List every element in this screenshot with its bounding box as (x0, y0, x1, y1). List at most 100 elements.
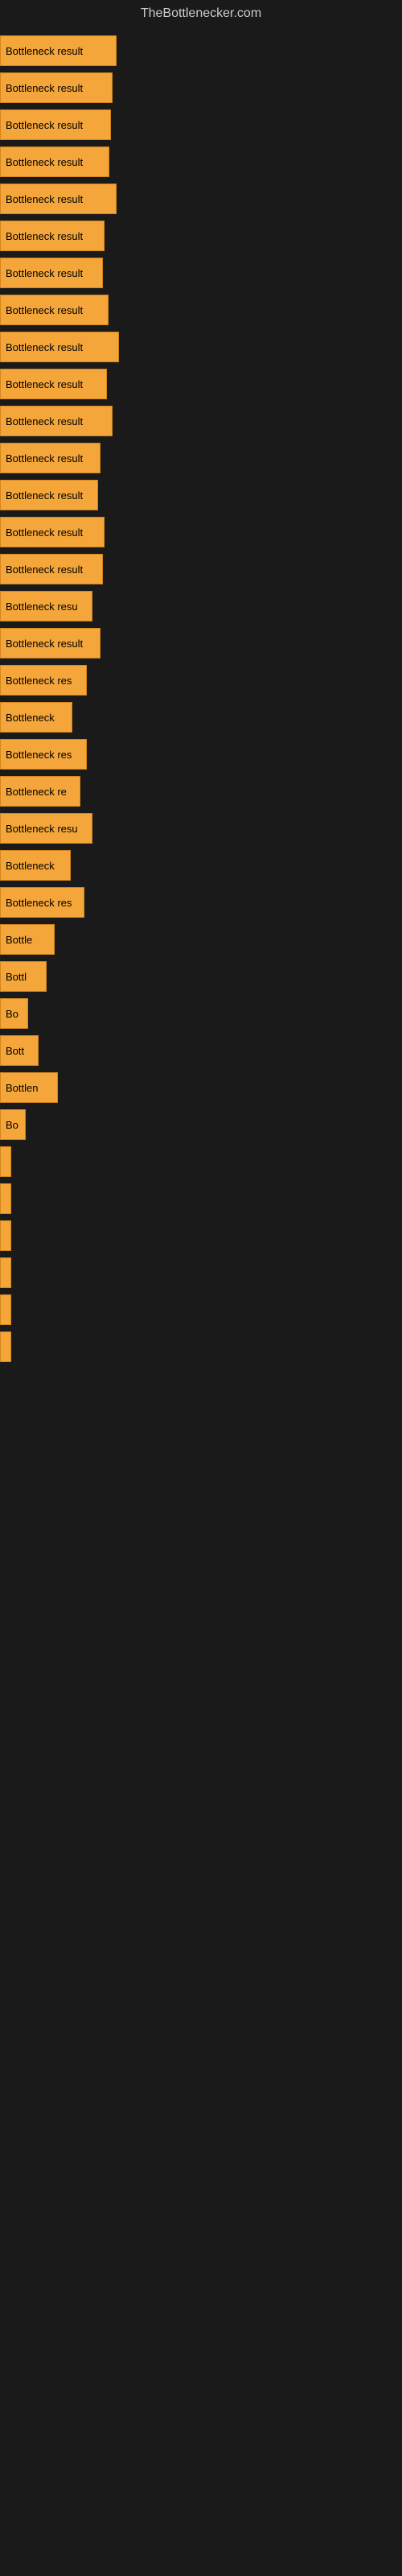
bar-item (0, 1183, 402, 1214)
bar-5: Bottleneck result (0, 221, 105, 251)
bar-label-12: Bottleneck result (6, 489, 83, 502)
bar-8: Bottleneck result (0, 332, 119, 362)
bar-label-2: Bottleneck result (6, 119, 83, 131)
bar-12: Bottleneck result (0, 480, 98, 510)
bar-6: Bottleneck result (0, 258, 103, 288)
bar-24: Bottle (0, 924, 55, 955)
bar-item: Bottleneck result (0, 72, 402, 103)
bar-label-26: Bo (6, 1008, 18, 1020)
bar-item: Bottleneck (0, 850, 402, 881)
bar-item: Bottleneck res (0, 739, 402, 770)
bar-item: Bottleneck re (0, 776, 402, 807)
bar-label-29: Bo (6, 1119, 18, 1131)
bar-23: Bottleneck res (0, 887, 84, 918)
bar-item: Bottleneck result (0, 480, 402, 510)
bar-9: Bottleneck result (0, 369, 107, 399)
bar-item: Bottleneck result (0, 109, 402, 140)
bar-25: Bottl (0, 961, 47, 992)
bar-2: Bottleneck result (0, 109, 111, 140)
bar-item: | (0, 1220, 402, 1251)
bar-item: Bottleneck result (0, 554, 402, 584)
bar-label-18: Bottleneck (6, 712, 55, 724)
bar-item: Bo (0, 998, 402, 1029)
bar-label-27: Bott (6, 1045, 24, 1057)
bar-item: Bottleneck result (0, 35, 402, 66)
bar-item: Bottleneck result (0, 332, 402, 362)
bar-item: Bottleneck res (0, 887, 402, 918)
bar-label-9: Bottleneck result (6, 378, 83, 390)
bars-container: Bottleneck result Bottleneck result Bottle… (0, 27, 402, 1377)
bar-label-1: Bottleneck result (6, 82, 83, 94)
bar-1: Bottleneck result (0, 72, 113, 103)
bar-item: Bottleneck result (0, 369, 402, 399)
bar-32: | (0, 1220, 11, 1251)
bar-item: Bottle (0, 924, 402, 955)
bar-31 (0, 1183, 11, 1214)
bar-item: Bottlen (0, 1072, 402, 1103)
bar-label-24: Bottle (6, 934, 32, 946)
bar-label-11: Bottleneck result (6, 452, 83, 464)
bar-label-14: Bottleneck result (6, 564, 83, 576)
bar-label-16: Bottleneck result (6, 638, 83, 650)
bar-11: Bottleneck result (0, 443, 100, 473)
bar-item: Bottleneck result (0, 184, 402, 214)
bar-item: Bottleneck resu (0, 591, 402, 621)
bar-18: Bottleneck (0, 702, 72, 733)
bar-14: Bottleneck result (0, 554, 103, 584)
bar-item: Bottleneck (0, 702, 402, 733)
bar-label-20: Bottleneck re (6, 786, 67, 798)
bar-27: Bott (0, 1035, 39, 1066)
bar-29: Bo (0, 1109, 26, 1140)
bar-26: Bo (0, 998, 28, 1029)
bar-item: | (0, 1146, 402, 1177)
bar-label-25: Bottl (6, 971, 27, 983)
bar-label-22: Bottleneck (6, 860, 55, 872)
bar-34 (0, 1294, 11, 1325)
bar-19: Bottleneck res (0, 739, 87, 770)
bar-item: Bottleneck result (0, 443, 402, 473)
bar-15: Bottleneck resu (0, 591, 92, 621)
bar-item: Bottleneck result (0, 517, 402, 547)
bar-label-17: Bottleneck res (6, 675, 72, 687)
bar-item (0, 1294, 402, 1325)
bar-label-3: Bottleneck result (6, 156, 83, 168)
bar-28: Bottlen (0, 1072, 58, 1103)
bar-label-8: Bottleneck result (6, 341, 83, 353)
bar-22: Bottleneck (0, 850, 71, 881)
bar-item: Bottleneck result (0, 258, 402, 288)
bar-35 (0, 1331, 11, 1362)
bar-label-28: Bottlen (6, 1082, 38, 1094)
bar-30: | (0, 1146, 11, 1177)
bar-13: Bottleneck result (0, 517, 105, 547)
bar-label-15: Bottleneck resu (6, 601, 78, 613)
bar-item (0, 1257, 402, 1288)
bar-7: Bottleneck result (0, 295, 109, 325)
bar-4: Bottleneck result (0, 184, 117, 214)
bar-label-10: Bottleneck result (6, 415, 83, 427)
bar-33 (0, 1257, 11, 1288)
bar-item: Bott (0, 1035, 402, 1066)
bar-10: Bottleneck result (0, 406, 113, 436)
bar-16: Bottleneck result (0, 628, 100, 658)
bar-label-19: Bottleneck res (6, 749, 72, 761)
bar-label-4: Bottleneck result (6, 193, 83, 205)
bar-item: Bottleneck result (0, 147, 402, 177)
bar-item (0, 1331, 402, 1362)
site-title: TheBottlenecker.com (0, 0, 402, 27)
bar-item: Bottleneck res (0, 665, 402, 696)
bar-item: Bo (0, 1109, 402, 1140)
bar-item: Bottleneck result (0, 221, 402, 251)
bar-label-7: Bottleneck result (6, 304, 83, 316)
bar-0: Bottleneck result (0, 35, 117, 66)
bar-item: Bottleneck resu (0, 813, 402, 844)
bar-20: Bottleneck re (0, 776, 80, 807)
bar-21: Bottleneck resu (0, 813, 92, 844)
bar-item: Bottleneck result (0, 628, 402, 658)
bar-label-5: Bottleneck result (6, 230, 83, 242)
bar-label-0: Bottleneck result (6, 45, 83, 57)
bar-item: Bottleneck result (0, 406, 402, 436)
bar-17: Bottleneck res (0, 665, 87, 696)
bar-3: Bottleneck result (0, 147, 109, 177)
bar-label-6: Bottleneck result (6, 267, 83, 279)
bar-label-21: Bottleneck resu (6, 823, 78, 835)
